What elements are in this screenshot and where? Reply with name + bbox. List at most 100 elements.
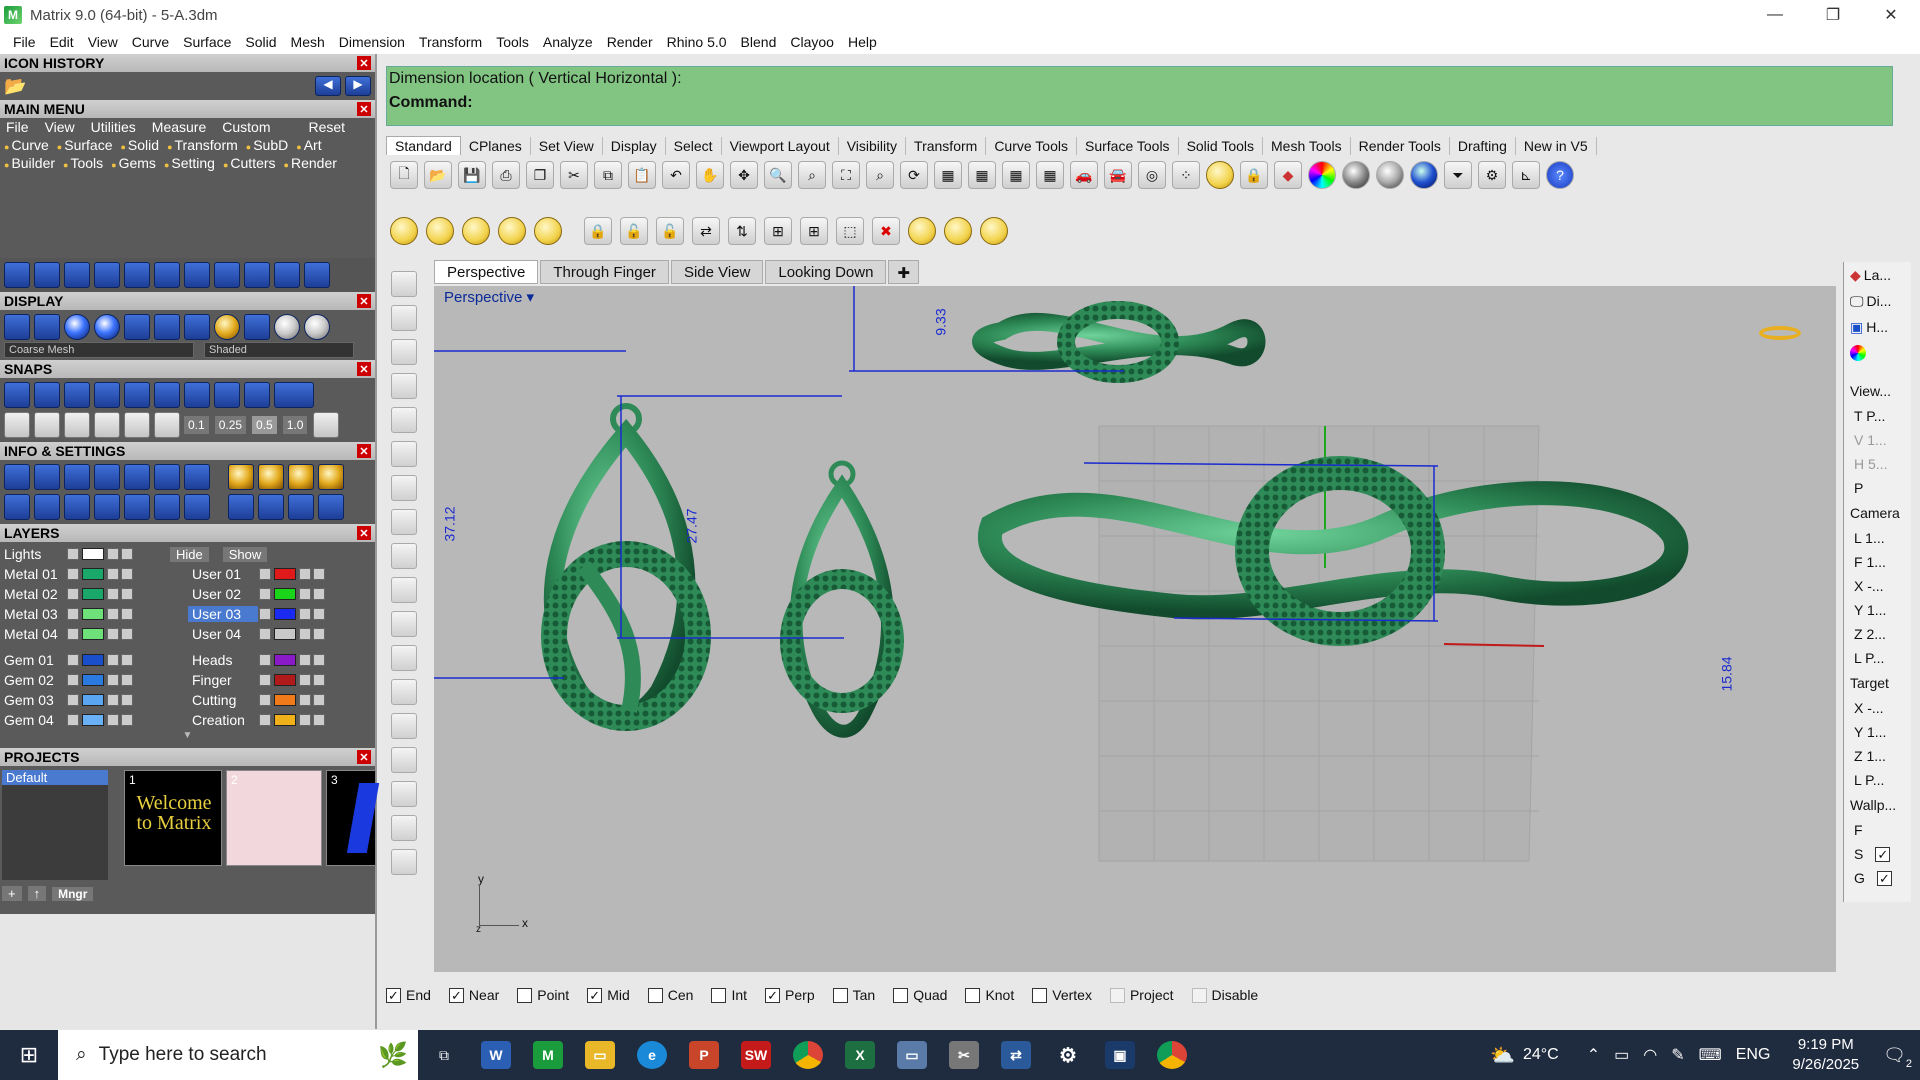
- material-sphere-icon[interactable]: [1342, 161, 1370, 189]
- expand-icon[interactable]: [67, 608, 79, 620]
- visible-icon[interactable]: [313, 654, 325, 666]
- visible-icon[interactable]: [313, 588, 325, 600]
- lock-swap-icon[interactable]: ⇄: [692, 217, 720, 245]
- layer-color-swatch[interactable]: [82, 694, 104, 706]
- viewport-tab-side-view[interactable]: Side View: [670, 260, 764, 284]
- link-top-view[interactable]: [972, 301, 1266, 383]
- osnap-vertex-checkbox[interactable]: [1032, 987, 1048, 1003]
- folder-icon[interactable]: 📂: [4, 76, 26, 97]
- add-viewport-icon[interactable]: ✚: [888, 260, 920, 284]
- gem-pave-icon[interactable]: [228, 494, 254, 520]
- menu-transform[interactable]: Transform: [412, 34, 489, 50]
- select-group-icon[interactable]: ⊞: [764, 217, 792, 245]
- help-icon[interactable]: ?: [1546, 161, 1574, 189]
- expand-icon[interactable]: [259, 628, 271, 640]
- pencil-icon[interactable]: [64, 412, 90, 438]
- menu-rhino5[interactable]: Rhino 5.0: [660, 34, 734, 50]
- osnap-perp-checkbox[interactable]: ✓: [765, 987, 781, 1003]
- snap-point-icon[interactable]: [94, 382, 120, 408]
- paint-app-icon[interactable]: ▣: [1094, 1030, 1146, 1080]
- red-square-icon[interactable]: [244, 314, 270, 340]
- lock-icon[interactable]: [299, 654, 311, 666]
- ellipse-tool-icon[interactable]: [391, 339, 417, 365]
- osnap-mid[interactable]: ✓ Mid: [587, 987, 630, 1003]
- render-tool-icon[interactable]: [391, 849, 417, 875]
- circle-select-icon[interactable]: ◎: [1138, 161, 1166, 189]
- layer-color-swatch[interactable]: [82, 714, 104, 726]
- close-icon[interactable]: ✕: [357, 56, 371, 70]
- move-arrows-icon[interactable]: ✥: [730, 161, 758, 189]
- layer-lights[interactable]: Lights: [0, 546, 66, 562]
- tab-transform[interactable]: Transform: [906, 137, 987, 155]
- task-view-icon[interactable]: ⧉: [418, 1030, 470, 1080]
- layer-stack-icon[interactable]: ◆: [1274, 161, 1302, 189]
- sun-display-icon[interactable]: [34, 314, 60, 340]
- white-sphere-icon[interactable]: [274, 314, 300, 340]
- layer-cutting[interactable]: Cutting: [188, 692, 258, 708]
- osnap-quad[interactable]: Quad: [893, 987, 947, 1003]
- magnifier-icon[interactable]: [34, 464, 60, 490]
- zoom-extents-icon[interactable]: ⛶: [832, 161, 860, 189]
- expand-icon[interactable]: [67, 588, 79, 600]
- layer-gem-01[interactable]: Gem 01: [0, 652, 66, 668]
- unlock-icon[interactable]: 🔓: [620, 217, 648, 245]
- delete-x-icon[interactable]: ✖: [872, 217, 900, 245]
- dotted-icon[interactable]: [94, 412, 120, 438]
- language-indicator[interactable]: ENG: [1736, 1046, 1771, 1064]
- camera-row-focal[interactable]: F 1...: [1844, 550, 1911, 574]
- mm-render[interactable]: Render: [284, 155, 337, 171]
- print-icon[interactable]: ⎙: [492, 161, 520, 189]
- expand-icon[interactable]: [259, 588, 271, 600]
- matrix-taskbar-icon[interactable]: M: [522, 1030, 574, 1080]
- visible-icon[interactable]: [121, 588, 133, 600]
- gem-icon[interactable]: [228, 464, 254, 490]
- dimension-tool-icon[interactable]: ⊾: [1512, 161, 1540, 189]
- up-arrow-icon[interactable]: ↑: [27, 886, 47, 901]
- pendant-small[interactable]: [780, 460, 904, 738]
- open-folder-icon[interactable]: 📂: [424, 161, 452, 189]
- snap-tan-icon[interactable]: [244, 382, 270, 408]
- visible-icon[interactable]: [121, 674, 133, 686]
- visible-icon[interactable]: [313, 608, 325, 620]
- lock-icon[interactable]: [299, 568, 311, 580]
- expand-icon[interactable]: [259, 714, 271, 726]
- network-app-icon[interactable]: ⇄: [990, 1030, 1042, 1080]
- add-project-icon[interactable]: +: [2, 886, 22, 901]
- visible-icon[interactable]: [313, 674, 325, 686]
- dimension-37.12[interactable]: 37.12: [442, 506, 458, 541]
- pendant-large[interactable]: [541, 403, 711, 731]
- tile-view-icon[interactable]: ▦: [1002, 161, 1030, 189]
- cube-icon[interactable]: [64, 494, 90, 520]
- tab-mesh-tools[interactable]: Mesh Tools: [1263, 137, 1351, 155]
- zoom-window-icon[interactable]: ⌕: [798, 161, 826, 189]
- layer-color-swatch[interactable]: [274, 628, 296, 640]
- properties-tab-help[interactable]: ▣ H...: [1844, 314, 1911, 340]
- layer-color-swatch[interactable]: [274, 714, 296, 726]
- viewport-tab-through-finger[interactable]: Through Finger: [540, 260, 669, 284]
- lock-icon[interactable]: [299, 674, 311, 686]
- snap-end-icon[interactable]: [4, 382, 30, 408]
- snap-cross-icon[interactable]: [64, 382, 90, 408]
- arc-tool-icon[interactable]: [391, 407, 417, 433]
- lock-icon[interactable]: [299, 714, 311, 726]
- osnap-perp[interactable]: ✓ Perp: [765, 987, 815, 1003]
- light-toggle-icon[interactable]: [980, 217, 1008, 245]
- points-icon[interactable]: [4, 262, 30, 288]
- notification-icon[interactable]: 🗨 2: [1883, 1045, 1912, 1070]
- wallpaper-show-checkbox[interactable]: ✓: [1875, 846, 1891, 862]
- layer-metal-02[interactable]: Metal 02: [0, 586, 66, 602]
- chrome-profile-icon[interactable]: [1146, 1030, 1198, 1080]
- target-row-location[interactable]: L P...: [1844, 768, 1911, 792]
- mm-builder[interactable]: Builder: [4, 155, 55, 171]
- viewport-tab-perspective[interactable]: Perspective: [434, 260, 539, 284]
- isolate-icon[interactable]: ⬚: [836, 217, 864, 245]
- snap-value-0.1[interactable]: 0.1: [184, 416, 209, 434]
- layer-heads[interactable]: Heads: [188, 652, 258, 668]
- wallpaper-row-file[interactable]: F: [1844, 818, 1911, 842]
- snap-curve-icon[interactable]: [34, 382, 60, 408]
- layout-view-icon[interactable]: ▦: [1036, 161, 1064, 189]
- expand-icon[interactable]: [259, 568, 271, 580]
- layer-user-03[interactable]: User 03: [188, 606, 258, 622]
- menu-solid[interactable]: Solid: [238, 34, 283, 50]
- clock[interactable]: 9:19 PM 9/26/2025: [1792, 1035, 1859, 1075]
